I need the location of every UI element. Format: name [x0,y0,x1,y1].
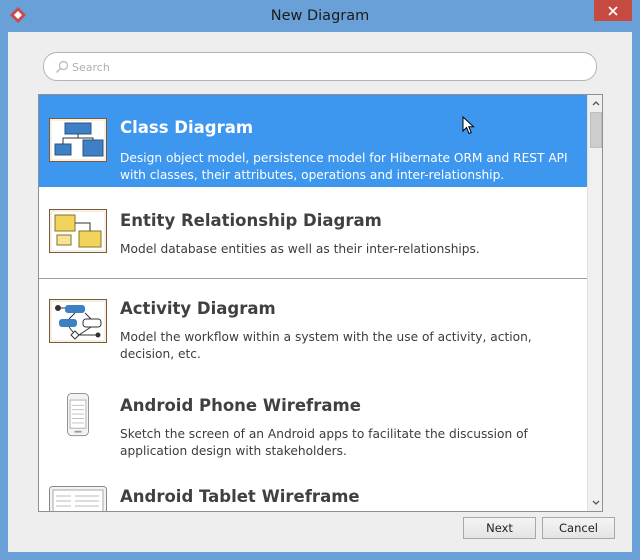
list-item-android-tablet-wireframe[interactable]: Android Tablet Wireframe [39,467,587,511]
window-title: New Diagram [270,8,370,24]
diagram-type-list[interactable]: Class Diagram Design object model, persi… [38,94,603,512]
title-bar[interactable]: New Diagram [0,0,640,32]
item-title: Android Tablet Wireframe [120,487,360,506]
scroll-up-button[interactable] [588,95,602,111]
android-tablet-thumbnail [49,486,107,511]
item-title: Entity Relationship Diagram [120,211,382,230]
item-description: Model database entities as well as their… [120,242,480,256]
list-item-entity-relationship-diagram[interactable]: Entity Relationship Diagram Model databa… [39,187,587,279]
item-description: Model the workflow within a system with … [120,330,532,361]
erd-thumbnail [49,209,107,253]
close-button[interactable] [594,0,632,21]
activity-diagram-thumbnail [49,299,107,343]
list-item-activity-diagram[interactable]: Activity Diagram Model the workflow with… [39,279,587,375]
scroll-down-button[interactable] [588,495,602,511]
chevron-down-icon [592,500,600,505]
item-description: Sketch the screen of an Android apps to … [120,427,528,458]
item-title: Android Phone Wireframe [120,396,361,415]
dialog-content: Class Diagram Design object model, persi… [8,32,632,552]
search-icon [55,60,69,74]
class-diagram-thumbnail [49,118,107,162]
new-diagram-dialog: New Diagram Search Class Diagram Design … [0,0,640,560]
list-item-class-diagram[interactable]: Class Diagram Design object model, persi… [39,95,587,187]
chevron-up-icon [592,101,600,106]
scroll-thumb[interactable] [590,112,602,148]
vertical-scrollbar[interactable] [587,95,602,511]
item-description: Design object model, persistence model f… [120,151,568,182]
item-title: Class Diagram [120,118,254,137]
search-box[interactable] [43,52,597,81]
close-icon [608,5,618,16]
mouse-cursor-icon [462,116,475,135]
next-button[interactable]: Next [463,517,536,539]
list-item-android-phone-wireframe[interactable]: Android Phone Wireframe Sketch the scree… [39,375,587,467]
item-title: Activity Diagram [120,299,276,318]
search-input[interactable] [72,57,572,77]
cancel-button[interactable]: Cancel [542,517,615,539]
android-phone-thumbnail [67,393,89,437]
